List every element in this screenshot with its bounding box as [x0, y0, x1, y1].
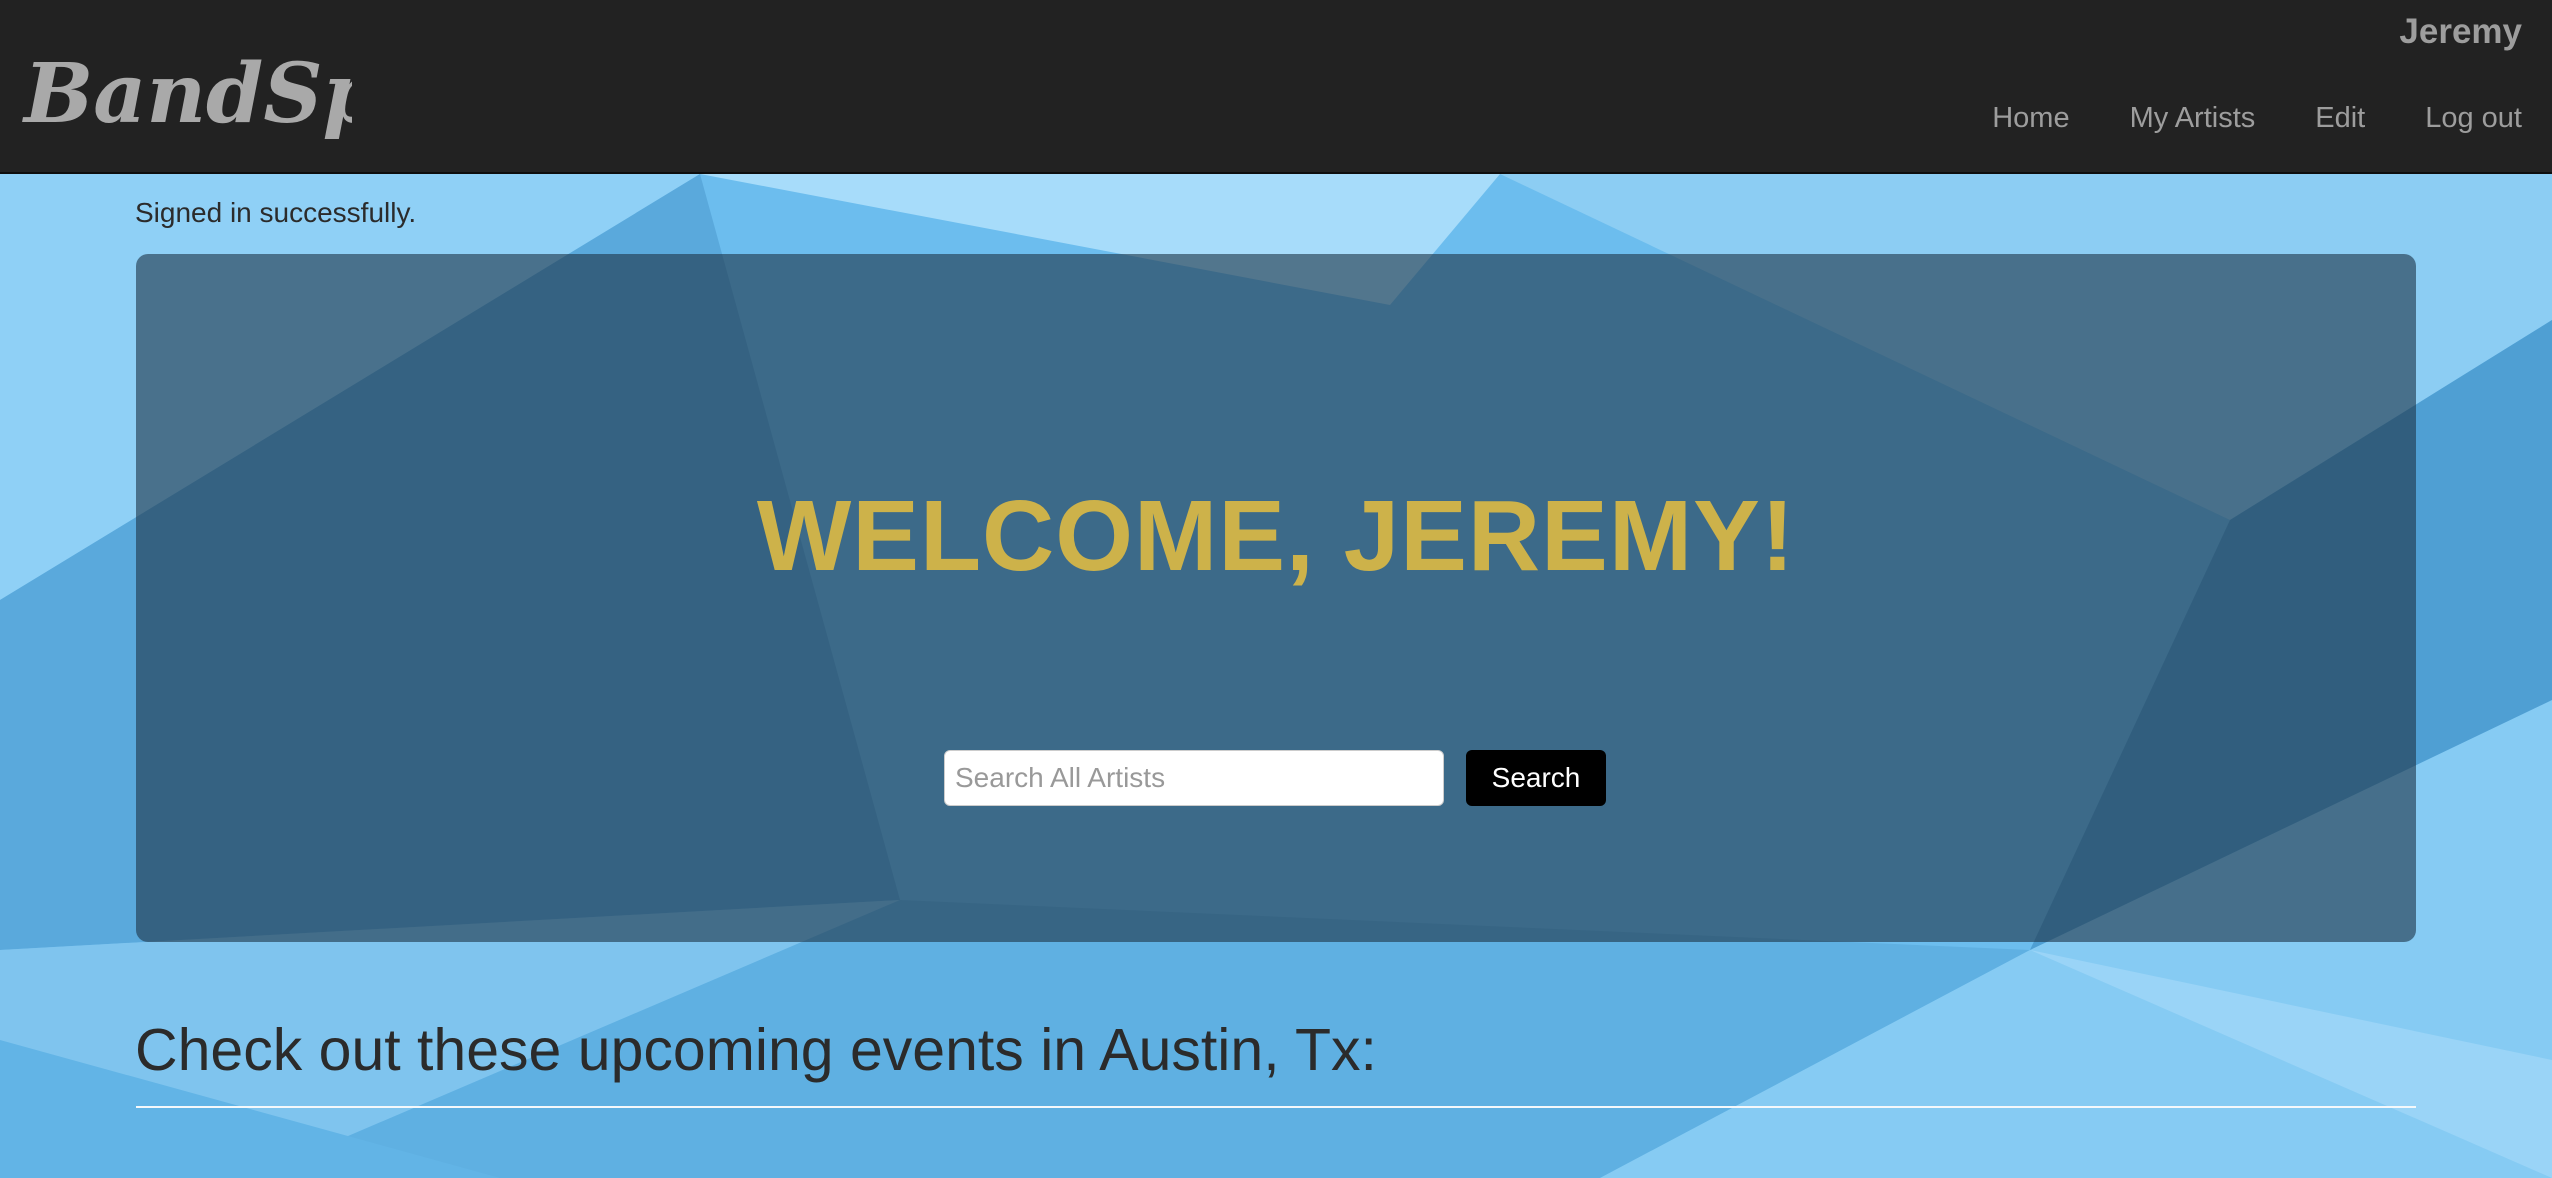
nav-links: Home My Artists Edit Log out — [1992, 102, 2522, 135]
artist-search-form: Search — [944, 750, 1606, 806]
nav-link-home[interactable]: Home — [1992, 102, 2069, 135]
top-navbar: BandSpy Jeremy Home My Artists Edit Log … — [0, 0, 2552, 174]
nav-link-edit[interactable]: Edit — [2315, 102, 2365, 135]
nav-link-my-artists[interactable]: My Artists — [2130, 102, 2256, 135]
nav-link-log-out[interactable]: Log out — [2425, 102, 2522, 135]
search-button[interactable]: Search — [1466, 750, 1606, 806]
welcome-heading: WELCOME, JEREMY! — [756, 480, 1796, 592]
svg-text:BandSpy: BandSpy — [22, 46, 352, 142]
upcoming-events-heading: Check out these upcoming events in Austi… — [135, 1017, 1377, 1083]
section-divider — [136, 1106, 2416, 1108]
current-user-name[interactable]: Jeremy — [2399, 12, 2522, 52]
artist-search-input[interactable] — [944, 750, 1444, 806]
welcome-jumbotron: WELCOME, JEREMY! Search — [136, 254, 2416, 942]
brand-logo[interactable]: BandSpy — [22, 22, 352, 162]
flash-notice: Signed in successfully. — [135, 197, 417, 228]
